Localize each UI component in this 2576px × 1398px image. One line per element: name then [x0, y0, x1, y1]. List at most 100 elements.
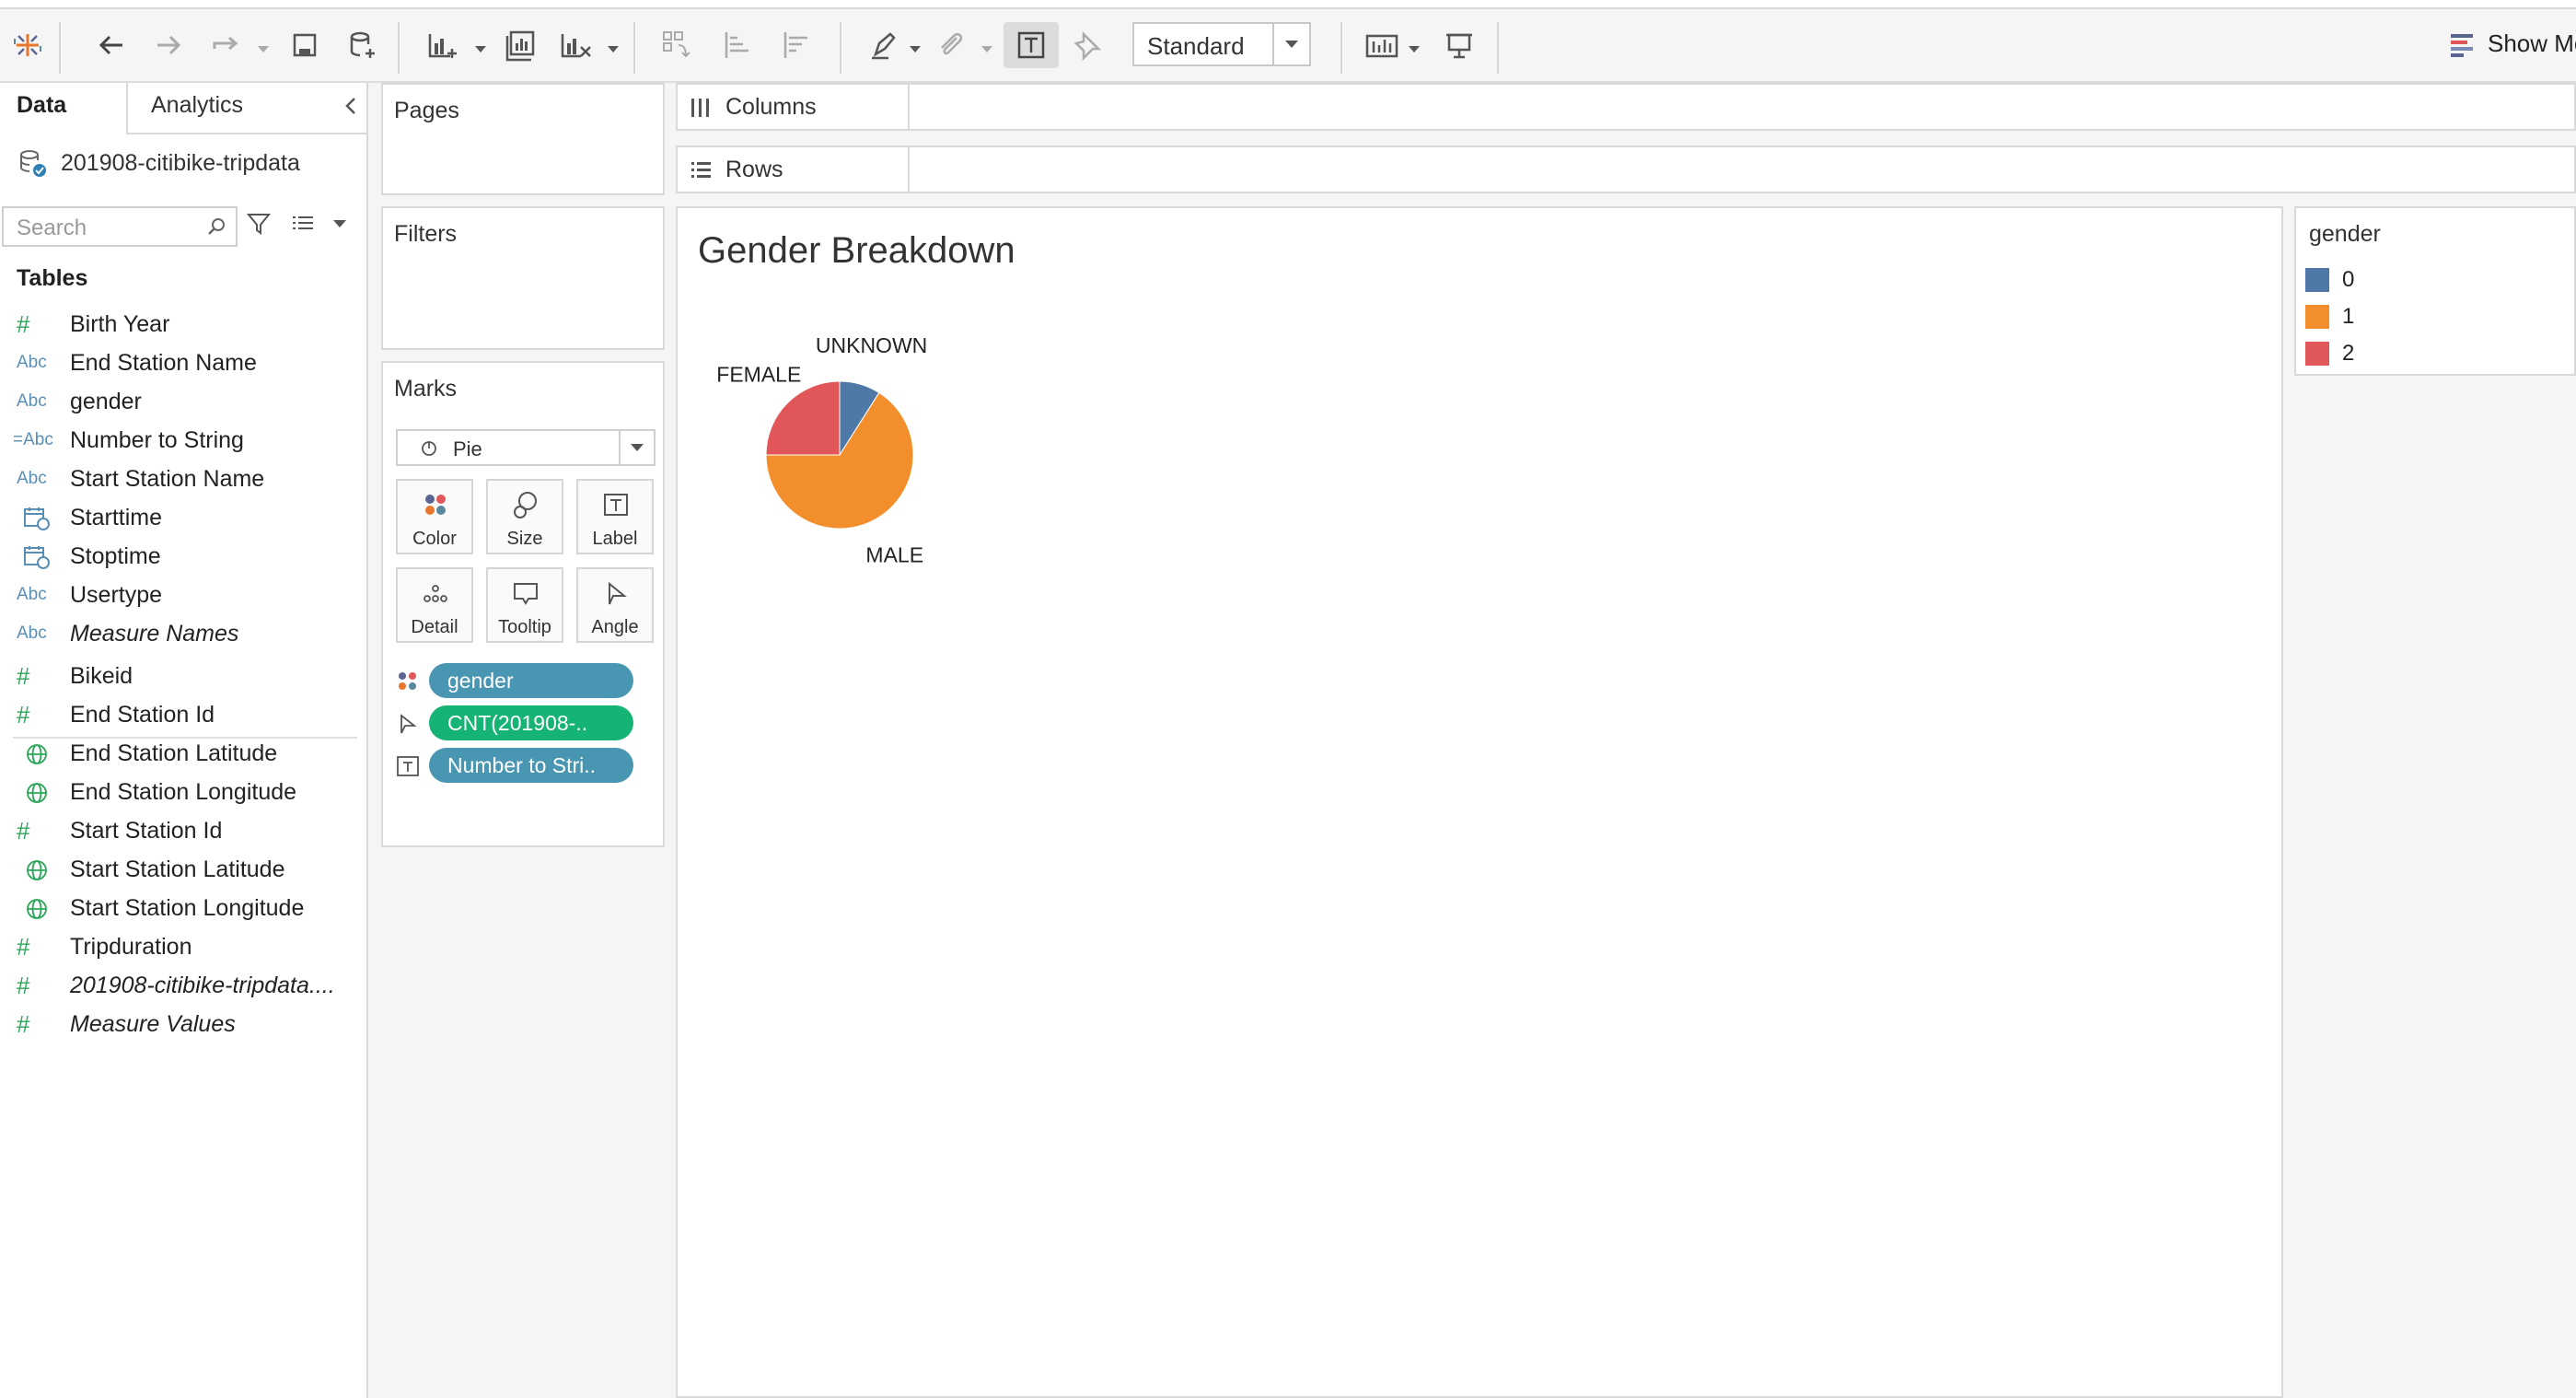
- count-pill[interactable]: CNT(201908-..: [429, 705, 633, 740]
- detail-button[interactable]: Detail: [396, 567, 473, 643]
- size-button[interactable]: Size: [486, 479, 563, 554]
- sort-descending-icon[interactable]: [773, 22, 819, 68]
- field-usertype[interactable]: Abc Usertype: [0, 577, 366, 613]
- chevron-down-icon[interactable]: [1272, 24, 1309, 64]
- field-end-station-longitude[interactable]: End Station Longitude: [0, 774, 366, 810]
- tables-header: Tables: [17, 265, 88, 291]
- clear-sheet-icon[interactable]: [552, 22, 598, 68]
- presentation-mode-icon[interactable]: [1436, 22, 1482, 68]
- rows-shelf[interactable]: Rows: [676, 146, 2576, 193]
- field-name: End Station Name: [70, 349, 257, 376]
- pie-slice-female[interactable]: [765, 380, 841, 456]
- field-birth-year[interactable]: # Birth Year: [0, 306, 366, 343]
- search-input[interactable]: Search: [2, 206, 238, 247]
- show-cards-dropdown-caret[interactable]: [1409, 46, 1420, 52]
- field-name: Start Station Longitude: [70, 894, 305, 921]
- show-me-icon: [2451, 33, 2473, 57]
- replay-icon[interactable]: [204, 22, 247, 68]
- tab-analytics[interactable]: Analytics: [151, 92, 243, 119]
- label-button[interactable]: Label: [576, 479, 654, 554]
- show-me-button[interactable]: Show Me: [2449, 29, 2576, 58]
- number-type-icon: #: [17, 816, 30, 845]
- rows-icon: [691, 162, 711, 178]
- globe-icon: [27, 783, 47, 803]
- undo-icon[interactable]: [90, 22, 133, 68]
- filters-shelf[interactable]: Filters: [381, 206, 665, 350]
- pages-shelf[interactable]: Pages: [381, 83, 665, 195]
- field-measure-values[interactable]: # Measure Values: [0, 1006, 366, 1043]
- group-dropdown-caret[interactable]: [981, 46, 992, 52]
- datasource-item[interactable]: 201908-citibike-tripdata: [17, 147, 300, 179]
- replay-dropdown-caret[interactable]: [258, 46, 269, 52]
- highlight-icon[interactable]: [862, 22, 904, 68]
- columns-header: Columns: [678, 85, 910, 129]
- field-end-station-latitude[interactable]: End Station Latitude: [0, 735, 366, 772]
- toolbar-separator: [1497, 22, 1499, 74]
- field-record-count[interactable]: # 201908-citibike-tripdata....: [0, 967, 366, 1004]
- group-members-icon[interactable]: [930, 22, 972, 68]
- color-button[interactable]: Color: [396, 479, 473, 554]
- pane-menu-caret[interactable]: [333, 220, 346, 227]
- field-start-station-longitude[interactable]: Start Station Longitude: [0, 890, 366, 926]
- string-type-icon: Abc: [17, 585, 47, 604]
- pie-chart[interactable]: UNKNOWN MALE FEMALE: [678, 319, 1230, 669]
- field-end-station-name[interactable]: Abc End Station Name: [0, 344, 366, 381]
- field-name: Measure Names: [70, 620, 239, 647]
- clear-sheet-dropdown-caret[interactable]: [608, 46, 619, 52]
- mark-type-dropdown[interactable]: Pie: [396, 429, 656, 466]
- field-end-station-id[interactable]: # End Station Id: [0, 696, 366, 733]
- angle-pill-row: CNT(201908-..: [396, 705, 654, 742]
- legend-swatch: [2305, 342, 2329, 366]
- number-to-string-pill[interactable]: Number to Stri..: [429, 748, 633, 783]
- marks-card: Marks Pie Color Size Label Detail Toolti…: [381, 361, 665, 847]
- show-mark-labels-icon[interactable]: [1004, 22, 1059, 68]
- swap-rows-columns-icon[interactable]: [654, 22, 700, 68]
- field-start-station-name[interactable]: Abc Start Station Name: [0, 460, 366, 497]
- fix-axes-pin-icon[interactable]: [1066, 22, 1108, 68]
- field-number-to-string[interactable]: =Abc Number to String: [0, 422, 366, 459]
- field-name: End Station Longitude: [70, 778, 297, 805]
- detail-icon: [424, 585, 447, 602]
- legend-item[interactable]: 2: [2305, 339, 2354, 368]
- rows-header: Rows: [678, 147, 910, 192]
- legend-label: 2: [2342, 341, 2355, 366]
- new-data-source-icon[interactable]: [341, 22, 383, 68]
- filter-icon[interactable]: [245, 210, 273, 238]
- save-icon[interactable]: [284, 22, 326, 68]
- field-bikeid[interactable]: # Bikeid: [0, 658, 366, 694]
- redo-icon[interactable]: [147, 22, 190, 68]
- view-list-icon[interactable]: [289, 210, 317, 238]
- angle-label: Angle: [591, 617, 639, 637]
- number-type-icon: #: [17, 932, 30, 961]
- highlight-dropdown-caret[interactable]: [910, 46, 921, 52]
- field-start-station-id[interactable]: # Start Station Id: [0, 812, 366, 849]
- legend-item[interactable]: 1: [2305, 302, 2354, 332]
- tableau-logo-icon[interactable]: [9, 22, 46, 68]
- field-stoptime[interactable]: Stoptime: [0, 538, 366, 575]
- columns-shelf[interactable]: Columns: [676, 83, 2576, 131]
- field-gender[interactable]: Abc gender: [0, 383, 366, 420]
- fit-dropdown[interactable]: Standard: [1132, 22, 1311, 66]
- toolbar-separator: [633, 22, 635, 74]
- field-starttime[interactable]: Starttime: [0, 499, 366, 536]
- field-start-station-latitude[interactable]: Start Station Latitude: [0, 851, 366, 888]
- tab-data[interactable]: Data: [17, 92, 66, 119]
- collapse-pane-icon[interactable]: [339, 94, 363, 118]
- field-measure-names[interactable]: Abc Measure Names: [0, 615, 366, 652]
- new-worksheet-dropdown-caret[interactable]: [475, 46, 486, 52]
- legend-item[interactable]: 0: [2305, 265, 2354, 295]
- detail-label: Detail: [411, 617, 458, 637]
- show-cards-icon[interactable]: [1359, 22, 1405, 68]
- field-tripduration[interactable]: # Tripduration: [0, 928, 366, 965]
- field-name: End Station Id: [70, 701, 215, 728]
- angle-button[interactable]: Angle: [576, 567, 654, 643]
- fit-dropdown-value: Standard: [1147, 32, 1245, 60]
- field-name: Start Station Latitude: [70, 856, 285, 882]
- globe-icon: [27, 744, 47, 764]
- tooltip-button[interactable]: Tooltip: [486, 567, 563, 643]
- chevron-down-icon[interactable]: [619, 431, 654, 464]
- sort-ascending-icon[interactable]: [714, 22, 760, 68]
- new-worksheet-icon[interactable]: [420, 22, 466, 68]
- gender-pill[interactable]: gender: [429, 663, 633, 698]
- duplicate-sheet-icon[interactable]: [497, 22, 543, 68]
